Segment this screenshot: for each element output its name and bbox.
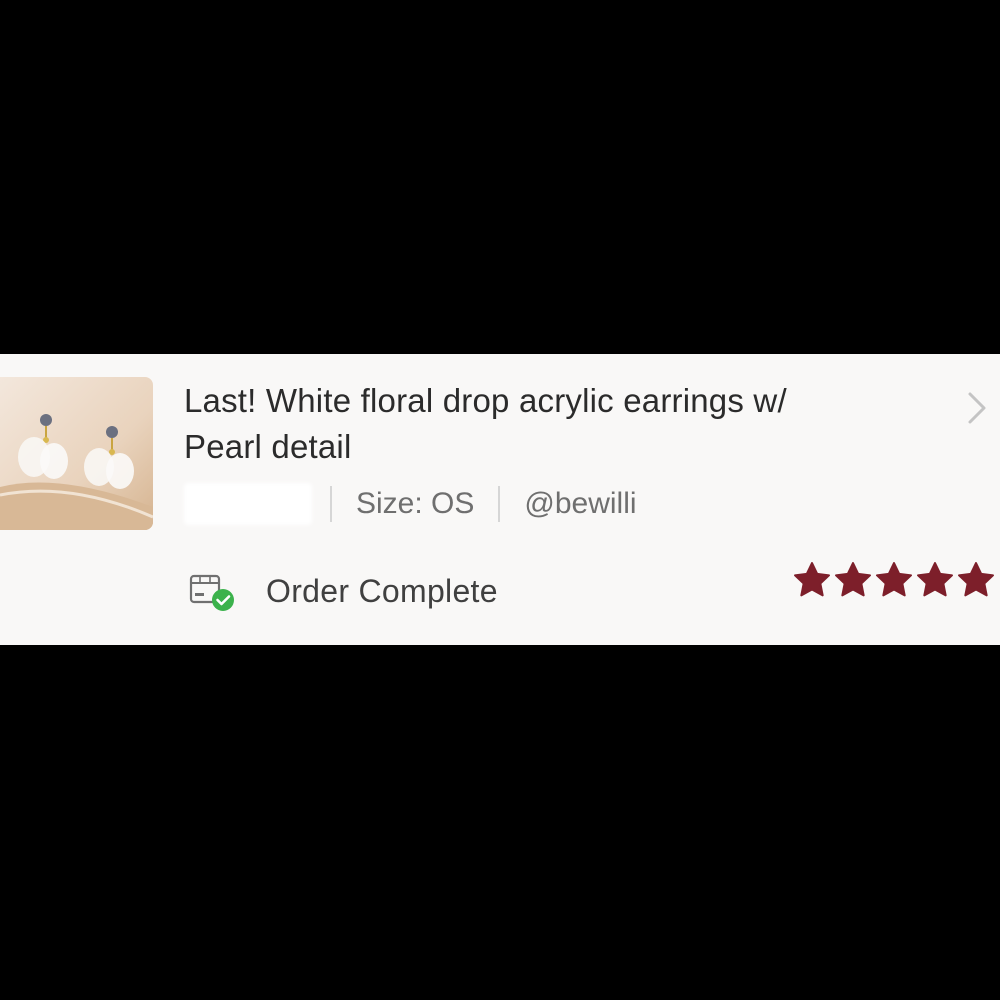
product-thumbnail[interactable] [0, 377, 153, 530]
star-icon [917, 562, 953, 597]
order-item-card[interactable]: Last! White floral drop acrylic earrings… [0, 354, 1000, 645]
order-status-text: Order Complete [266, 572, 498, 609]
star-icon [794, 562, 830, 597]
star-icon [958, 562, 994, 597]
size-label: Size: OS [356, 487, 475, 520]
order-meta: Size: OS @bewilli [184, 482, 637, 526]
earrings-image [0, 377, 153, 530]
product-title-line-2: Pearl detail [184, 428, 352, 465]
seller-username[interactable]: @bewilli [524, 487, 636, 521]
product-title-line-1: Last! White floral drop acrylic earrings… [184, 382, 787, 419]
star-icon [835, 562, 871, 597]
star-icon [876, 562, 912, 597]
rating-stars [792, 560, 997, 600]
chevron-right-icon[interactable] [962, 390, 992, 426]
meta-divider [498, 486, 501, 522]
price-redacted [184, 483, 312, 525]
meta-divider [330, 486, 332, 522]
order-status: Order Complete [188, 568, 498, 614]
product-title[interactable]: Last! White floral drop acrylic earrings… [184, 378, 944, 470]
package-check-icon [189, 574, 234, 611]
